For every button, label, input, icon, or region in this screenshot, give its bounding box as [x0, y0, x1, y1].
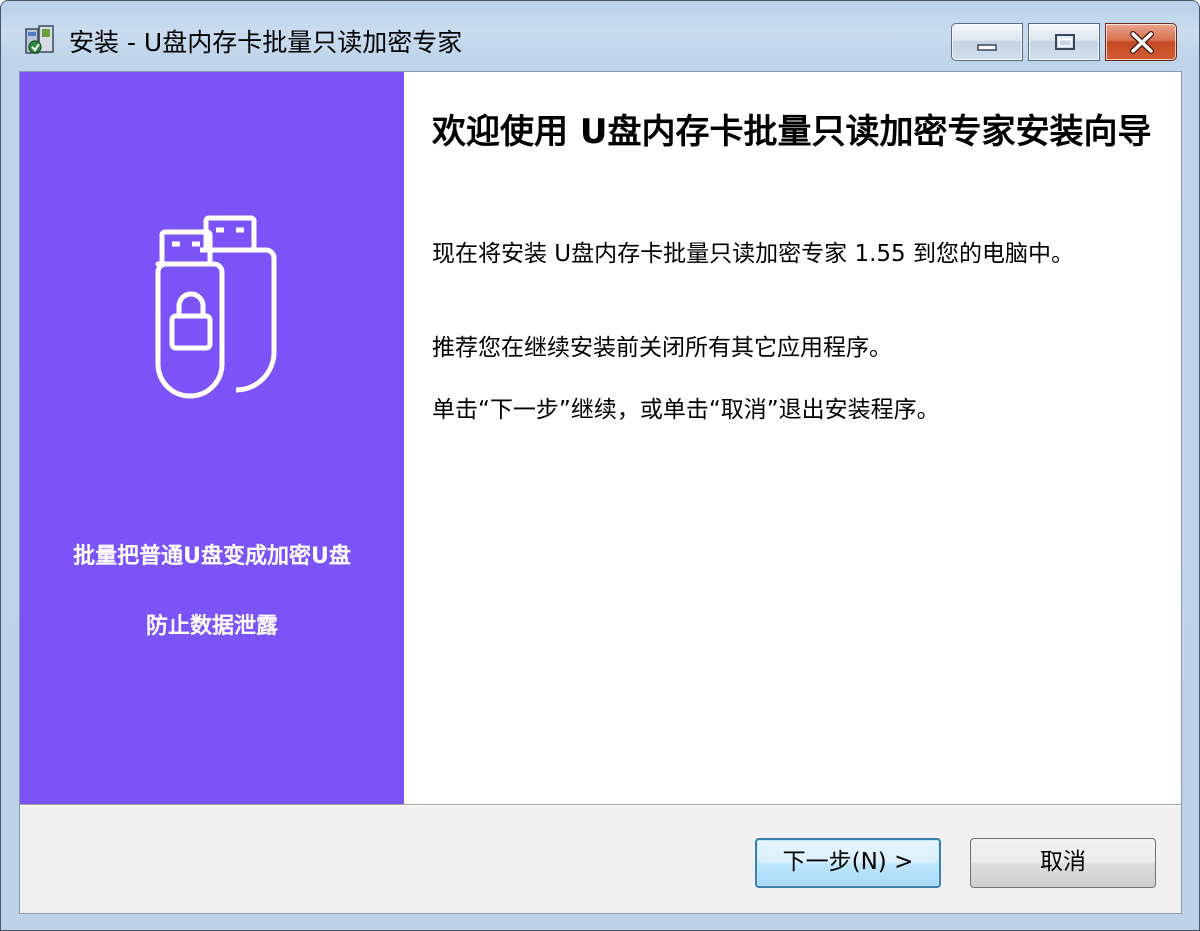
footer-divider [20, 804, 1181, 806]
navigation-hint: 单击“下一步”继续，或单击“取消”退出安装程序。 [432, 397, 940, 423]
close-button[interactable] [1105, 23, 1177, 61]
side-banner: 批量把普通U盘变成加密U盘 防止数据泄露 [20, 72, 404, 804]
maximize-button[interactable] [1028, 23, 1100, 61]
banner-slogan-2: 防止数据泄露 [145, 614, 278, 639]
install-description: 现在将安装 U盘内存卡批量只读加密专家 1.55 到您的电脑中。 [432, 241, 1074, 267]
wizard-client-area: 批量把普通U盘变成加密U盘 防止数据泄露 欢迎使用 U盘内存卡批量只读加密专家安… [19, 71, 1182, 914]
close-icon [1130, 31, 1154, 54]
usb-lock-icon [155, 215, 277, 399]
installer-icon [25, 25, 54, 54]
title-bar[interactable]: 安装 - U盘内存卡批量只读加密专家 [1, 1, 1199, 71]
next-button[interactable]: 下一步(N) > [755, 838, 941, 888]
minimize-icon [977, 44, 997, 51]
minimize-button[interactable] [951, 23, 1023, 61]
cancel-button[interactable]: 取消 [970, 838, 1156, 888]
maximize-icon [1055, 34, 1075, 50]
window-title: 安装 - U盘内存卡批量只读加密专家 [69, 28, 463, 57]
banner-slogan-1: 批量把普通U盘变成加密U盘 [73, 544, 351, 569]
welcome-content: 欢迎使用 U盘内存卡批量只读加密专家安装向导 现在将安装 U盘内存卡批量只读加密… [404, 72, 1181, 804]
close-apps-advice: 推荐您在继续安装前关闭所有其它应用程序。 [432, 335, 892, 361]
installer-window: 安装 - U盘内存卡批量只读加密专家 批量把普通U盘变成加密U盘 防止数据泄露 … [0, 0, 1200, 931]
welcome-heading: 欢迎使用 U盘内存卡批量只读加密专家安装向导 [432, 112, 1152, 152]
